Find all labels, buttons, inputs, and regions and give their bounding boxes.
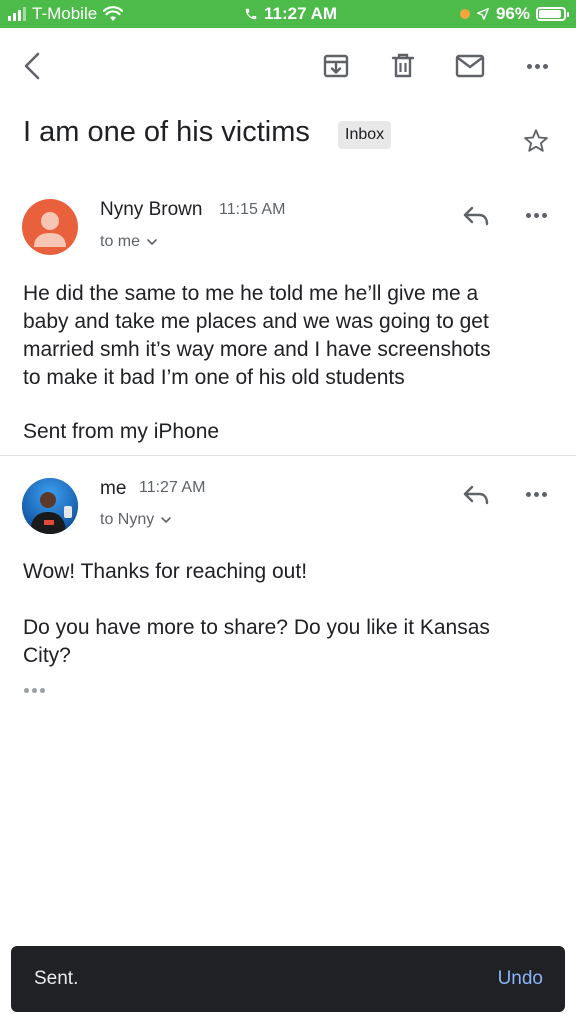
body-line: Do you have more to share? Do you like i… [23, 616, 490, 639]
signal-icon [8, 7, 26, 21]
snackbar-message: Sent. [34, 968, 79, 989]
mail-icon [455, 54, 485, 78]
profile-photo-icon [22, 478, 78, 534]
message-body: Wow! Thanks for reaching out! Do you hav… [23, 558, 553, 670]
status-right: 96% [459, 4, 569, 24]
mic-in-use-indicator [459, 9, 470, 19]
sender-avatar-photo[interactable] [22, 478, 78, 534]
body-line: baby and take me places and we was going… [23, 310, 489, 333]
more-horizontal-icon [526, 63, 548, 69]
body-line: City? [23, 644, 71, 667]
message-time: 11:15 AM [219, 201, 286, 218]
snackbar: Sent. Undo [11, 946, 565, 1012]
trash-icon [391, 53, 415, 78]
archive-icon [323, 54, 349, 78]
sender-avatar[interactable] [22, 199, 78, 255]
body-line: He did the same to me he told me he’ll g… [23, 282, 479, 305]
body-line: to make it bad I’m one of his old studen… [23, 366, 405, 389]
message-time: 11:27 AM [139, 479, 206, 496]
top-toolbar [0, 38, 576, 98]
chevron-down-icon [161, 517, 172, 524]
body-line [23, 586, 553, 614]
battery-icon [536, 7, 569, 21]
reply-icon [463, 485, 489, 505]
message-body: He did the same to me he told me he’ll g… [23, 280, 553, 392]
undo-button[interactable]: Undo [498, 968, 543, 990]
recipients-label: to me [100, 233, 141, 250]
show-quoted-text-icon[interactable] [24, 688, 45, 693]
more-options-button[interactable] [519, 48, 555, 84]
body-line: Wow! Thanks for reaching out! [23, 560, 308, 583]
status-left: T-Mobile [8, 4, 124, 24]
message-divider [0, 455, 576, 456]
reply-button[interactable] [458, 477, 494, 513]
message-signature: Sent from my iPhone [23, 420, 220, 443]
email-subject: I am one of his victims [23, 116, 310, 148]
chevron-down-icon [147, 239, 157, 246]
wifi-icon [103, 6, 124, 21]
reply-icon [463, 206, 489, 226]
recipients-toggle[interactable]: to Nyny [100, 511, 172, 529]
star-button[interactable] [522, 127, 550, 160]
sender-name: Nyny Brown [100, 199, 203, 220]
mark-unread-button[interactable] [452, 48, 488, 84]
battery-percent: 96% [495, 4, 530, 23]
location-arrow-icon [477, 8, 489, 20]
recipients-toggle[interactable]: to me [100, 233, 158, 251]
back-button[interactable] [14, 48, 50, 84]
carrier-label: T-Mobile [32, 4, 98, 23]
back-arrow-icon [24, 52, 40, 80]
sender-name: me [100, 478, 127, 499]
message-more-icon[interactable] [526, 213, 547, 218]
reply-button[interactable] [458, 198, 494, 234]
body-line: married smh it’s way more and I have scr… [23, 338, 491, 361]
person-icon [34, 212, 66, 247]
recipients-label: to Nyny [100, 511, 155, 528]
status-bar: T-Mobile 11:27 AM 96% [0, 0, 576, 28]
status-center: 11:27 AM [244, 4, 337, 24]
delete-button[interactable] [385, 48, 421, 84]
status-time: 11:27 AM [264, 4, 338, 23]
archive-button[interactable] [318, 48, 354, 84]
inbox-label-chip[interactable]: Inbox [338, 121, 392, 149]
message-more-icon[interactable] [526, 492, 547, 497]
star-icon [524, 129, 548, 152]
phone-call-icon [245, 8, 257, 20]
